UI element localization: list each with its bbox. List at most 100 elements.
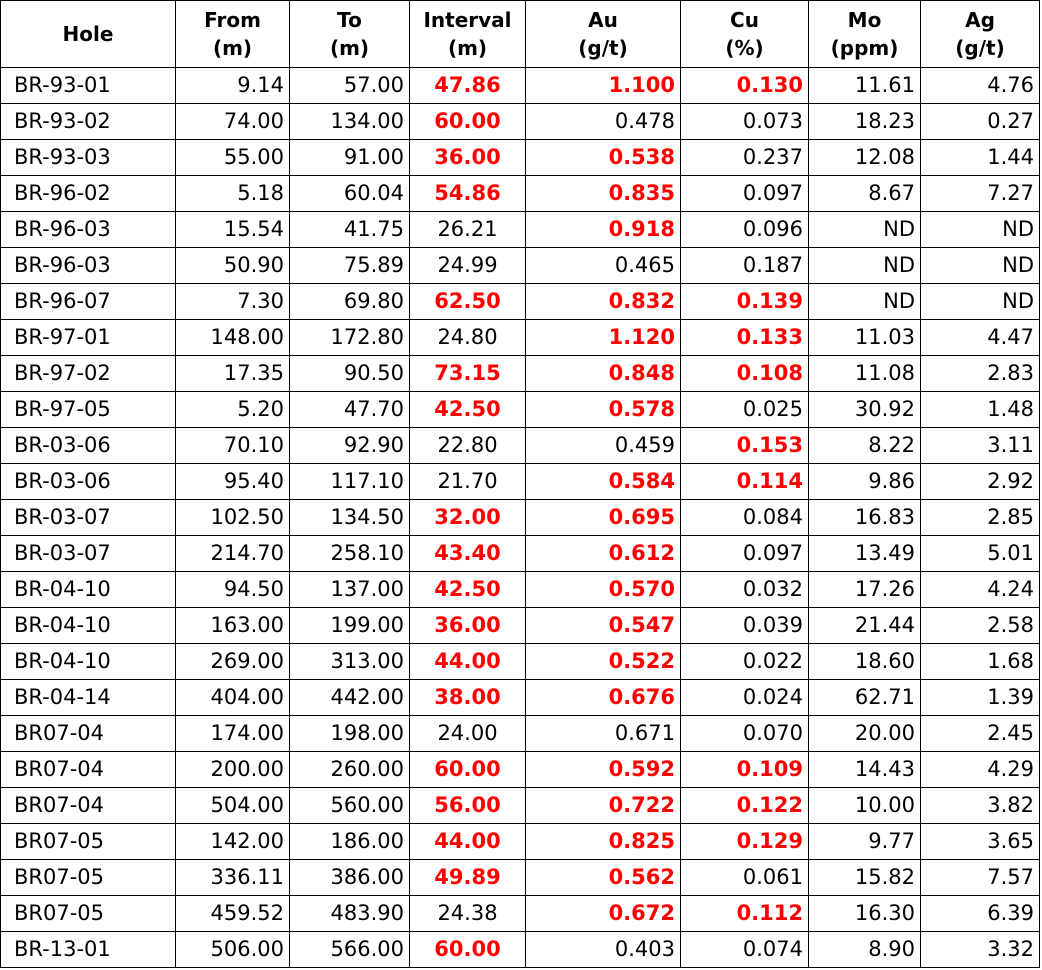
cell-interval: 44.00 <box>409 823 526 860</box>
table-row: BR07-04 174.00 198.00 24.00 0.671 0.070 20.00 2… <box>0 715 1040 752</box>
cell-cu: 0.187 <box>680 247 809 284</box>
table-row: BR-03-07 214.70 258.10 43.40 0.612 0.097 13.49… <box>0 535 1040 572</box>
cell-to: 198.00 <box>289 715 410 752</box>
cell-cu: 0.097 <box>680 175 809 212</box>
cell-au: 0.538 <box>525 139 681 176</box>
cell-interval: 26.21 <box>409 211 526 248</box>
cell-cu: 0.130 <box>680 67 809 104</box>
cell-cu: 0.022 <box>680 643 809 680</box>
cell-from: 214.70 <box>175 535 290 572</box>
cell-interval: 36.00 <box>409 139 526 176</box>
cell-mo: 9.77 <box>808 823 921 860</box>
cell-mo: 8.67 <box>808 175 921 212</box>
cell-from: 459.52 <box>175 895 290 932</box>
cell-to: 134.50 <box>289 499 410 536</box>
table-row: BR07-04 504.00 560.00 56.00 0.722 0.122 10.00 3… <box>0 787 1040 824</box>
cell-to: 199.00 <box>289 607 410 644</box>
cell-ag: 0.27 <box>920 103 1040 140</box>
cell-to: 137.00 <box>289 571 410 608</box>
cell-au: 0.578 <box>525 391 681 428</box>
table-row: BR-96-02 5.18 60.04 54.86 0.835 0.097 8.67 7.27 <box>0 175 1040 212</box>
header-unit: (m) <box>212 36 253 60</box>
cell-from: 404.00 <box>175 679 290 716</box>
cell-au: 0.478 <box>525 103 681 140</box>
cell-hole: BR-04-14 <box>0 679 176 716</box>
cell-cu: 0.025 <box>680 391 809 428</box>
cell-hole: BR-93-03 <box>0 139 176 176</box>
header-label: Interval <box>423 8 512 32</box>
cell-mo: 16.30 <box>808 895 921 932</box>
cell-from: 200.00 <box>175 751 290 788</box>
cell-to: 386.00 <box>289 859 410 896</box>
header-mo: Mo (ppm) <box>808 0 921 68</box>
cell-hole: BR-96-07 <box>0 283 176 320</box>
cell-interval: 42.50 <box>409 391 526 428</box>
table-row: BR-93-01 9.14 57.00 47.86 1.100 0.130 11.61 4.7… <box>0 67 1040 104</box>
cell-from: 70.10 <box>175 427 290 464</box>
cell-ag: 1.39 <box>920 679 1040 716</box>
header-from: From (m) <box>175 0 290 68</box>
cell-hole: BR-03-06 <box>0 463 176 500</box>
cell-interval: 42.50 <box>409 571 526 608</box>
header-to: To (m) <box>289 0 410 68</box>
cell-interval: 56.00 <box>409 787 526 824</box>
cell-cu: 0.032 <box>680 571 809 608</box>
cell-interval: 43.40 <box>409 535 526 572</box>
header-label: To <box>337 8 362 32</box>
cell-cu: 0.237 <box>680 139 809 176</box>
cell-interval: 60.00 <box>409 103 526 140</box>
cell-cu: 0.073 <box>680 103 809 140</box>
drill-results-table: Hole From (m) To (m) Interval (m) Au (g/t) C… <box>0 0 1040 968</box>
cell-from: 163.00 <box>175 607 290 644</box>
cell-mo: 10.00 <box>808 787 921 824</box>
cell-to: 560.00 <box>289 787 410 824</box>
cell-cu: 0.097 <box>680 535 809 572</box>
table-row: BR07-05 142.00 186.00 44.00 0.825 0.129 9.77 3.… <box>0 823 1040 860</box>
cell-to: 75.89 <box>289 247 410 284</box>
cell-from: 55.00 <box>175 139 290 176</box>
cell-mo: 11.08 <box>808 355 921 392</box>
table-row: BR-04-14 404.00 442.00 38.00 0.676 0.024 62.71… <box>0 679 1040 716</box>
cell-au: 0.522 <box>525 643 681 680</box>
cell-from: 95.40 <box>175 463 290 500</box>
cell-to: 69.80 <box>289 283 410 320</box>
cell-mo: 13.49 <box>808 535 921 572</box>
cell-ag: 3.82 <box>920 787 1040 824</box>
table-row: BR-04-10 269.00 313.00 44.00 0.522 0.022 18.60… <box>0 643 1040 680</box>
cell-from: 174.00 <box>175 715 290 752</box>
cell-interval: 38.00 <box>409 679 526 716</box>
table-row: BR-13-01 506.00 566.00 60.00 0.403 0.074 8.90 3… <box>0 931 1040 968</box>
cell-au: 0.825 <box>525 823 681 860</box>
cell-ag: 7.57 <box>920 859 1040 896</box>
cell-mo: 21.44 <box>808 607 921 644</box>
table-row: BR-03-07 102.50 134.50 32.00 0.695 0.084 16.83… <box>0 499 1040 536</box>
drill-results-table-container: Hole From (m) To (m) Interval (m) Au (g/t) C… <box>0 0 1040 968</box>
cell-to: 186.00 <box>289 823 410 860</box>
cell-to: 92.90 <box>289 427 410 464</box>
header-unit: (g/t) <box>955 36 1005 60</box>
header-row: Hole From (m) To (m) Interval (m) Au (g/t) C… <box>0 0 1040 68</box>
cell-cu: 0.074 <box>680 931 809 968</box>
header-unit: (%) <box>725 36 764 60</box>
cell-au: 1.120 <box>525 319 681 356</box>
cell-hole: BR-97-02 <box>0 355 176 392</box>
header-unit: (ppm) <box>830 36 899 60</box>
cell-from: 148.00 <box>175 319 290 356</box>
cell-ag: 4.47 <box>920 319 1040 356</box>
header-cu: Cu (%) <box>680 0 809 68</box>
table-body: BR-93-01 9.14 57.00 47.86 1.100 0.130 11.61 4.7… <box>0 67 1040 968</box>
cell-cu: 0.114 <box>680 463 809 500</box>
table-row: BR-93-03 55.00 91.00 36.00 0.538 0.237 12.08 1.… <box>0 139 1040 176</box>
cell-hole: BR-97-05 <box>0 391 176 428</box>
table-row: BR-97-02 17.35 90.50 73.15 0.848 0.108 11.08 2.… <box>0 355 1040 392</box>
cell-hole: BR-03-06 <box>0 427 176 464</box>
cell-interval: 24.99 <box>409 247 526 284</box>
cell-cu: 0.061 <box>680 859 809 896</box>
cell-mo: 20.00 <box>808 715 921 752</box>
cell-hole: BR-04-10 <box>0 571 176 608</box>
cell-hole: BR-13-01 <box>0 931 176 968</box>
cell-hole: BR07-04 <box>0 787 176 824</box>
cell-to: 47.70 <box>289 391 410 428</box>
cell-from: 74.00 <box>175 103 290 140</box>
cell-hole: BR-96-02 <box>0 175 176 212</box>
